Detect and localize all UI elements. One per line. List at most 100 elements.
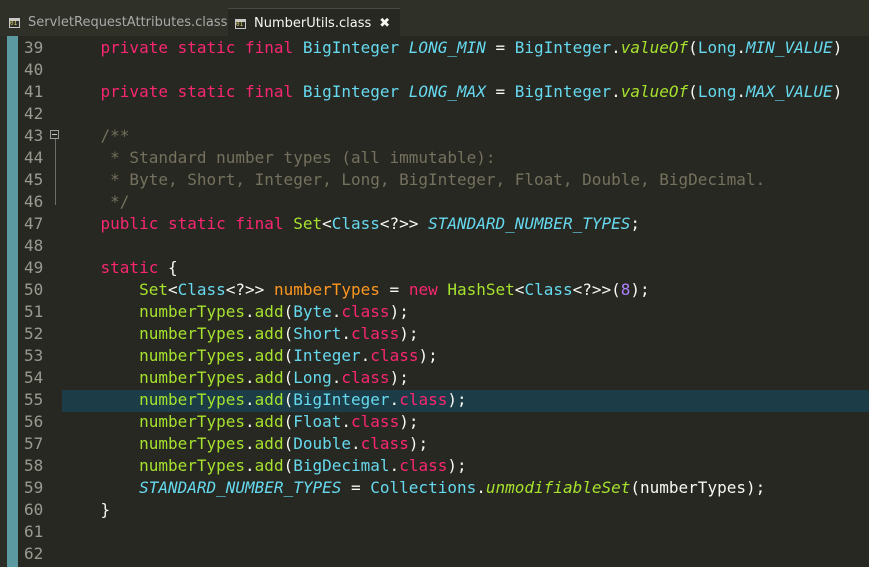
- code-token: */: [62, 192, 130, 211]
- line-code: numberTypes.add(BigInteger.class);: [62, 389, 467, 411]
- code-token: LONG_MIN: [408, 38, 486, 57]
- code-token: numberTypes: [62, 434, 246, 453]
- code-token: (: [283, 412, 294, 431]
- code-token: <: [167, 280, 178, 299]
- code-line[interactable]: 58 numberTypes.add(BigDecimal.class);: [0, 455, 869, 477]
- code-token: .: [611, 38, 621, 57]
- code-line[interactable]: 55 numberTypes.add(BigInteger.class);: [0, 389, 869, 411]
- code-token: .: [341, 412, 352, 431]
- tab-servlet-request-attributes[interactable]: ServletRequestAttributes.class: [8, 8, 227, 36]
- code-token: add: [254, 434, 284, 453]
- line-number: 45: [24, 170, 44, 189]
- code-line[interactable]: 59 STANDARD_NUMBER_TYPES = Collections.u…: [0, 477, 869, 499]
- code-line[interactable]: 54 numberTypes.add(Long.class);: [0, 367, 869, 389]
- code-line[interactable]: 49 static {: [0, 257, 869, 279]
- code-line[interactable]: 43 /**: [0, 125, 869, 147]
- code-line[interactable]: 48: [0, 235, 869, 257]
- code-token: public static final: [62, 214, 294, 233]
- code-token: BigInteger: [514, 82, 612, 101]
- code-token: );: [630, 280, 650, 299]
- code-token: add: [254, 368, 284, 387]
- code-editor[interactable]: 39 private static final BigInteger LONG_…: [0, 36, 869, 567]
- code-line[interactable]: 52 numberTypes.add(Short.class);: [0, 323, 869, 345]
- code-token: valueOf: [620, 82, 689, 101]
- code-line[interactable]: 42: [0, 103, 869, 125]
- line-number: 42: [24, 104, 44, 123]
- line-number: 61: [24, 522, 44, 541]
- code-token: Class: [177, 280, 226, 299]
- code-token: STANDARD_NUMBER_TYPES: [62, 478, 342, 497]
- code-line[interactable]: 57 numberTypes.add(Double.class);: [0, 433, 869, 455]
- line-number: 60: [24, 500, 44, 519]
- line-number: 47: [24, 214, 44, 233]
- code-line[interactable]: 60 }: [0, 499, 869, 521]
- code-line[interactable]: 56 numberTypes.add(Float.class);: [0, 411, 869, 433]
- code-token: add: [254, 412, 284, 431]
- code-token: Set: [293, 214, 323, 233]
- code-token: =: [485, 82, 515, 101]
- code-token: BigInteger: [514, 38, 612, 57]
- code-line[interactable]: 61: [0, 521, 869, 543]
- code-token: );: [447, 390, 467, 409]
- code-token: );: [447, 456, 467, 475]
- code-token: private static final: [62, 38, 303, 57]
- line-code: public static final Set<Class<?>> STANDA…: [62, 213, 640, 235]
- code-token: <?>>(: [572, 280, 621, 299]
- tab-number-utils[interactable]: NumberUtils.class ✖: [228, 8, 401, 37]
- line-code: * Byte, Short, Integer, Long, BigInteger…: [62, 169, 765, 191]
- line-code: numberTypes.add(Short.class);: [62, 323, 418, 345]
- code-line[interactable]: 47 public static final Set<Class<?>> STA…: [0, 213, 869, 235]
- close-icon[interactable]: ✖: [379, 16, 390, 31]
- line-code: * Standard number types (all immutable):: [62, 147, 495, 169]
- code-token: class: [399, 390, 448, 409]
- code-token: .: [341, 324, 352, 343]
- code-token: Double: [293, 434, 352, 453]
- code-token: ): [832, 82, 843, 101]
- code-token: /**: [62, 126, 130, 145]
- code-token: MAX_VALUE: [745, 82, 833, 101]
- code-line[interactable]: 46 */: [0, 191, 869, 213]
- tab-label: NumberUtils.class: [254, 15, 372, 31]
- line-code: /**: [62, 125, 130, 147]
- line-code: numberTypes.add(Float.class);: [62, 411, 418, 433]
- code-token: Collections: [370, 478, 477, 497]
- line-number: 49: [24, 258, 44, 277]
- code-token: Set: [62, 280, 168, 299]
- code-token: Long: [697, 82, 737, 101]
- code-token: (: [283, 434, 294, 453]
- code-token: class: [341, 368, 390, 387]
- line-number: 43: [24, 126, 44, 145]
- code-line[interactable]: 53 numberTypes.add(Integer.class);: [0, 345, 869, 367]
- line-number: 40: [24, 60, 44, 79]
- editor-tab-bar: ServletRequestAttributes.class NumberUti…: [0, 0, 869, 37]
- class-file-icon: [8, 15, 22, 29]
- line-code: numberTypes.add(BigDecimal.class);: [62, 455, 467, 477]
- line-code: Set<Class<?>> numberTypes = new HashSet<…: [62, 279, 650, 301]
- code-token: .: [736, 82, 746, 101]
- code-line[interactable]: 41 private static final BigInteger LONG_…: [0, 81, 869, 103]
- code-line[interactable]: 51 numberTypes.add(Byte.class);: [0, 301, 869, 323]
- code-token: BigInteger: [302, 82, 409, 101]
- code-token: (: [283, 346, 294, 365]
- code-line[interactable]: 62: [0, 543, 869, 565]
- code-token: Long: [697, 38, 737, 57]
- line-code: }: [62, 499, 111, 521]
- line-number: 52: [24, 324, 44, 343]
- code-token: numberTypes: [62, 368, 246, 387]
- code-token: Float: [293, 412, 342, 431]
- code-line[interactable]: 39 private static final BigInteger LONG_…: [0, 37, 869, 59]
- code-token: =: [379, 280, 409, 299]
- code-token: new: [408, 280, 448, 299]
- code-line[interactable]: 44 * Standard number types (all immutabl…: [0, 147, 869, 169]
- code-token: .: [245, 346, 255, 365]
- code-token: static: [62, 258, 168, 277]
- line-code: private static final BigInteger LONG_MIN…: [62, 37, 843, 59]
- code-token: .: [389, 456, 400, 475]
- code-token: (: [283, 302, 294, 321]
- code-line[interactable]: 40: [0, 59, 869, 81]
- code-token: numberTypes: [62, 346, 246, 365]
- code-token: BigDecimal: [293, 456, 390, 475]
- code-line[interactable]: 50 Set<Class<?>> numberTypes = new HashS…: [0, 279, 869, 301]
- code-line[interactable]: 45 * Byte, Short, Integer, Long, BigInte…: [0, 169, 869, 191]
- line-code: numberTypes.add(Long.class);: [62, 367, 409, 389]
